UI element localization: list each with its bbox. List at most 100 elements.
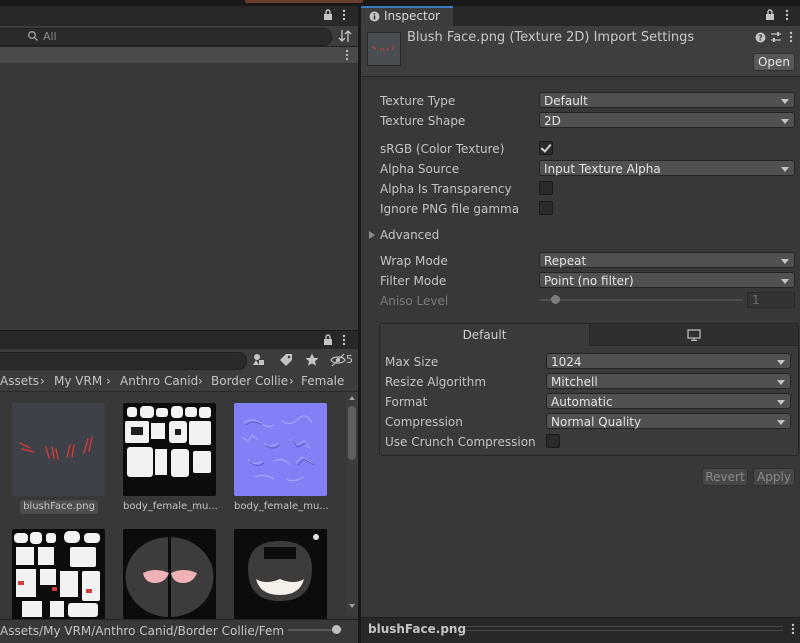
crunch-label: Use Crunch Compression [385,435,536,449]
asset-item-texture-4[interactable] [12,529,105,622]
chevron-right-icon: › [198,374,203,388]
advanced-foldout[interactable]: Advanced [380,227,439,243]
uv-texture-preview [14,531,100,617]
more-options-icon[interactable] [342,334,346,349]
footer-more-icon[interactable] [791,623,795,638]
chevron-down-icon [781,279,789,284]
filter-by-label-icon[interactable] [278,352,294,371]
breadcrumb-item-my-vrm[interactable]: My VRM [54,371,102,391]
breadcrumb-item-assets[interactable]: Assets [0,371,39,391]
asset-thumbnail [12,529,105,622]
mouth-texture-preview [125,537,214,617]
apply-button[interactable]: Apply [753,468,795,486]
favorite-star-icon[interactable] [304,352,320,371]
asset-item-texture-6[interactable] [234,529,327,622]
asset-name: body_female_mu... [123,501,218,512]
hierarchy-tabbar [0,6,358,26]
asset-scrollbar[interactable] [346,392,358,614]
asset-item-texture-5[interactable] [123,529,216,622]
chevron-down-icon [781,167,789,172]
format-dropdown[interactable]: Automatic [546,393,791,409]
project-search-input[interactable] [0,352,247,370]
preview-footer[interactable]: blushFace.png [361,617,800,643]
asset-item-blushface[interactable]: blushFace.png [12,403,105,515]
inspector-panel: Inspector Blush Face.png (Texture 2D) Im… [361,6,800,643]
srgb-checkbox[interactable] [539,141,553,155]
chevron-down-icon [781,259,789,264]
breadcrumb-item-anthro-canid[interactable]: Anthro Canid [120,371,198,391]
resize-algorithm-dropdown[interactable]: Mitchell [546,373,791,389]
scene-more-icon[interactable] [345,49,349,64]
tab-inspector[interactable]: Inspector [361,6,453,26]
chevron-down-icon [777,360,785,365]
asset-item-body-female-1[interactable]: body_female_mu... [123,403,218,515]
more-options-icon[interactable] [785,9,789,24]
aniso-level-slider [539,295,743,304]
advanced-foldout-arrow-icon[interactable] [369,231,375,239]
hierarchy-panel: All [0,6,358,330]
alpha-transparency-label: Alpha Is Transparency [380,182,512,196]
scene-header-row[interactable] [0,47,358,63]
asset-label: body_female_mu... [123,500,218,514]
asset-name: body_female_mu... [234,501,329,512]
hidden-count: 5 [346,353,353,366]
texture-type-dropdown[interactable]: Default [539,92,795,108]
slider-handle[interactable] [332,625,341,634]
wrap-mode-dropdown[interactable]: Repeat [539,252,795,268]
open-button[interactable]: Open [753,53,795,71]
presets-icon[interactable] [770,31,782,46]
lock-icon[interactable] [323,334,333,349]
platform-settings-box: Default Max Size 1024 Resize Algorithm M… [379,323,799,456]
alpha-source-dropdown[interactable]: Input Texture Alpha [539,160,795,176]
texture-shape-dropdown[interactable]: 2D [539,112,795,128]
wrap-mode-label: Wrap Mode [380,254,448,268]
scrollbar-thumb[interactable] [348,406,356,460]
tab-platform-standalone[interactable] [590,324,798,346]
chevron-down-icon [777,400,785,405]
top-accent [245,0,363,3]
blush-texture-preview [19,436,93,460]
scroll-up-arrow-icon[interactable] [349,396,355,400]
preview-footer-label: blushFace.png [368,622,467,636]
texture-shape-label: Texture Shape [380,114,466,128]
asset-label: body_female_mu... [234,500,329,514]
dropdown-value: Default [544,94,588,108]
lock-icon[interactable] [765,9,775,24]
dropdown-value: Mitchell [551,375,598,389]
dropdown-value: 2D [544,114,561,128]
search-placeholder: All [43,30,57,43]
preview-drag-handle[interactable] [465,626,783,631]
tab-platform-default[interactable]: Default [380,324,590,346]
compression-dropdown[interactable]: Normal Quality [546,413,791,429]
breadcrumb-item-female[interactable]: Female [301,371,344,391]
alpha-transparency-checkbox[interactable] [539,181,553,195]
asset-thumbnail [123,529,216,622]
more-options-icon[interactable] [342,9,346,24]
thumbnail-size-slider[interactable] [288,625,342,634]
help-icon[interactable]: ? [755,32,766,46]
sort-icon[interactable] [337,28,353,47]
tab-inspector-label: Inspector [384,9,440,23]
info-icon [369,11,380,25]
breadcrumb-item-border-collie[interactable]: Border Collie [211,371,288,391]
project-tabbar [0,331,358,349]
breadcrumb: Assets › My VRM › Anthro Canid › Border … [0,371,358,392]
scroll-down-arrow-icon[interactable] [349,604,355,608]
ignore-png-gamma-checkbox[interactable] [539,201,553,215]
filter-by-type-icon[interactable] [251,352,267,371]
max-size-dropdown[interactable]: 1024 [546,353,791,369]
asset-item-body-female-2[interactable]: body_female_mu... [234,403,329,515]
alpha-source-label: Alpha Source [380,162,460,176]
crunch-checkbox[interactable] [546,434,560,448]
header-more-icon[interactable] [789,31,793,46]
asset-path: Assets/My VRM/Anthro Canid/Border Collie… [0,624,285,638]
filter-mode-dropdown[interactable]: Point (no filter) [539,272,795,288]
dropdown-value: Automatic [551,395,613,409]
dropdown-value: Repeat [544,254,587,268]
dropdown-value: Normal Quality [551,415,642,429]
hidden-packages-icon[interactable] [330,353,346,370]
lock-icon[interactable] [323,9,333,24]
dropdown-value: Point (no filter) [544,274,634,288]
revert-button[interactable]: Revert [702,468,748,486]
hierarchy-search-input[interactable]: All [0,28,332,46]
